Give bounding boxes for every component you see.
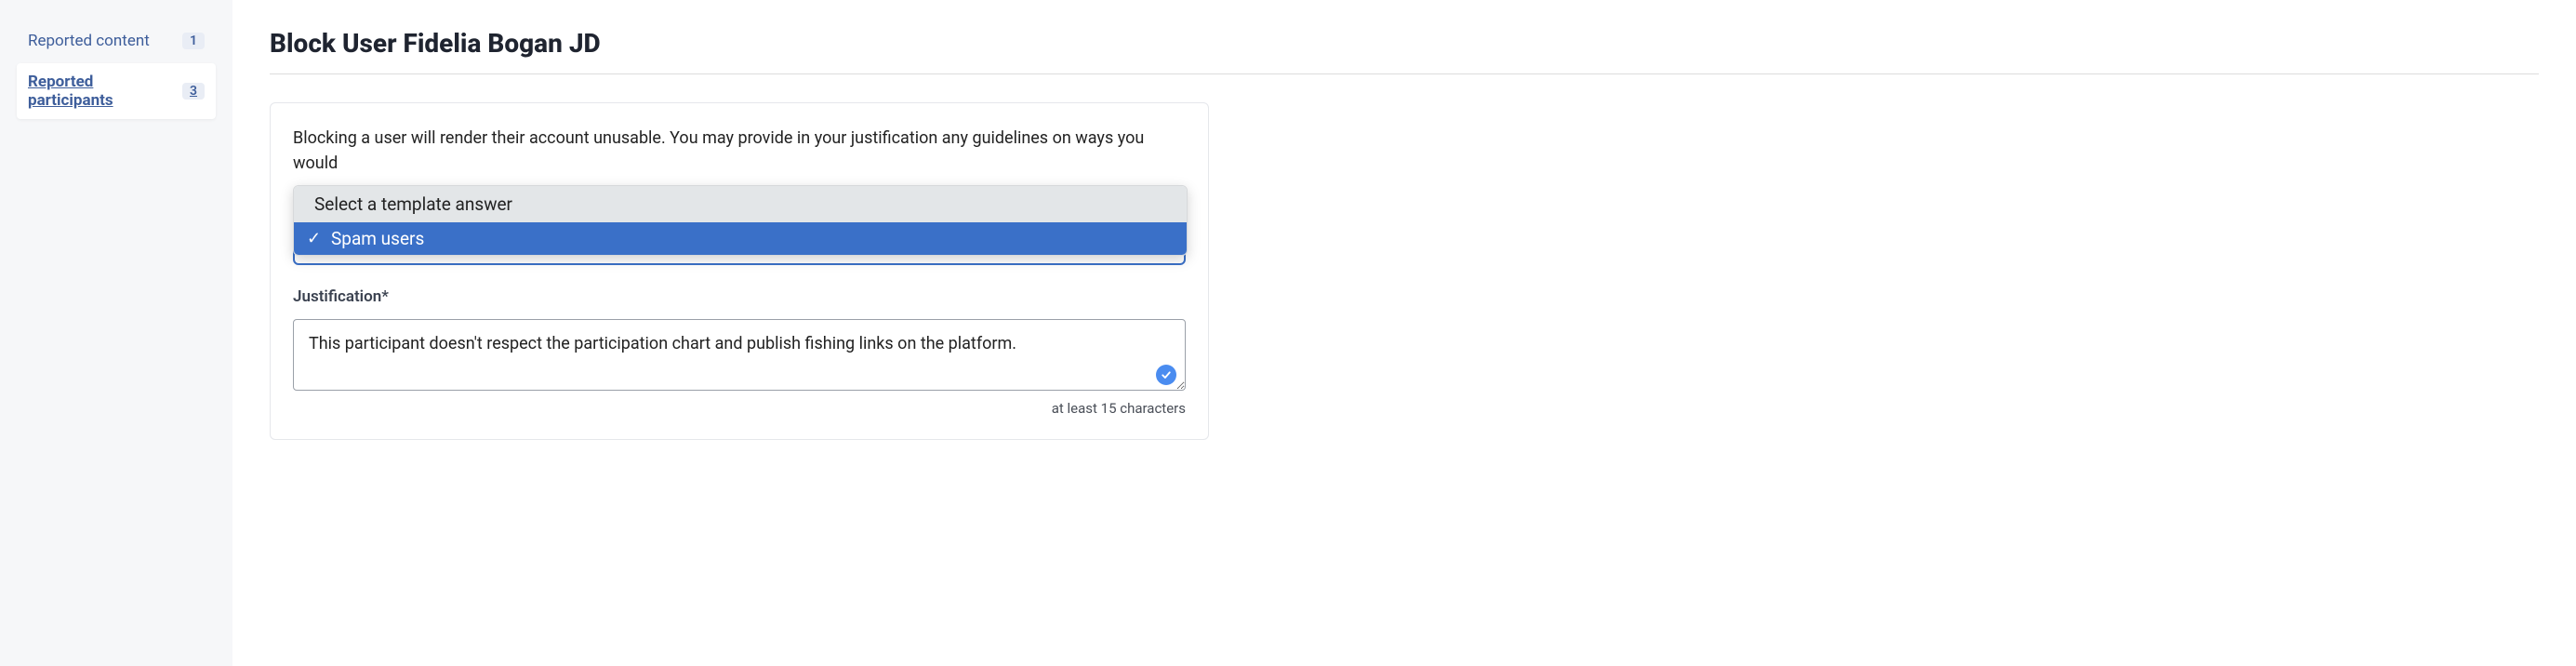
sidebar-item-label: Reported participants [28,73,182,110]
template-answer-field: Select a template answer ✓ Spam users [293,191,1186,265]
sidebar-item-count: 1 [182,33,205,49]
justification-field-wrap [293,319,1186,394]
page-title: Block User Fidelia Bogan JD [270,28,2539,59]
block-user-card: Blocking a user will render their accoun… [270,102,1209,440]
dropdown-option-label: Spam users [331,228,424,249]
sidebar-item-reported-participants[interactable]: Reported participants 3 [17,63,216,119]
justification-hint: at least 15 characters [293,400,1186,417]
justification-label: Justification* [293,287,1186,306]
justification-input[interactable] [293,319,1186,391]
intro-text: Blocking a user will render their accoun… [293,126,1186,176]
valid-check-icon [1156,365,1176,385]
dropdown-placeholder: Select a template answer [294,186,1187,222]
sidebar-item-label: Reported content [28,32,150,50]
divider [270,73,2539,74]
checkmark-icon: ✓ [307,229,324,248]
main-content: Block User Fidelia Bogan JD Blocking a u… [232,0,2576,666]
dropdown-option-spam-users[interactable]: ✓ Spam users [294,222,1187,255]
sidebar-item-reported-content[interactable]: Reported content 1 [17,22,216,60]
sidebar: Reported content 1 Reported participants… [0,0,232,666]
template-select-dropdown[interactable]: Select a template answer ✓ Spam users [293,185,1188,256]
sidebar-item-count: 3 [182,83,205,100]
